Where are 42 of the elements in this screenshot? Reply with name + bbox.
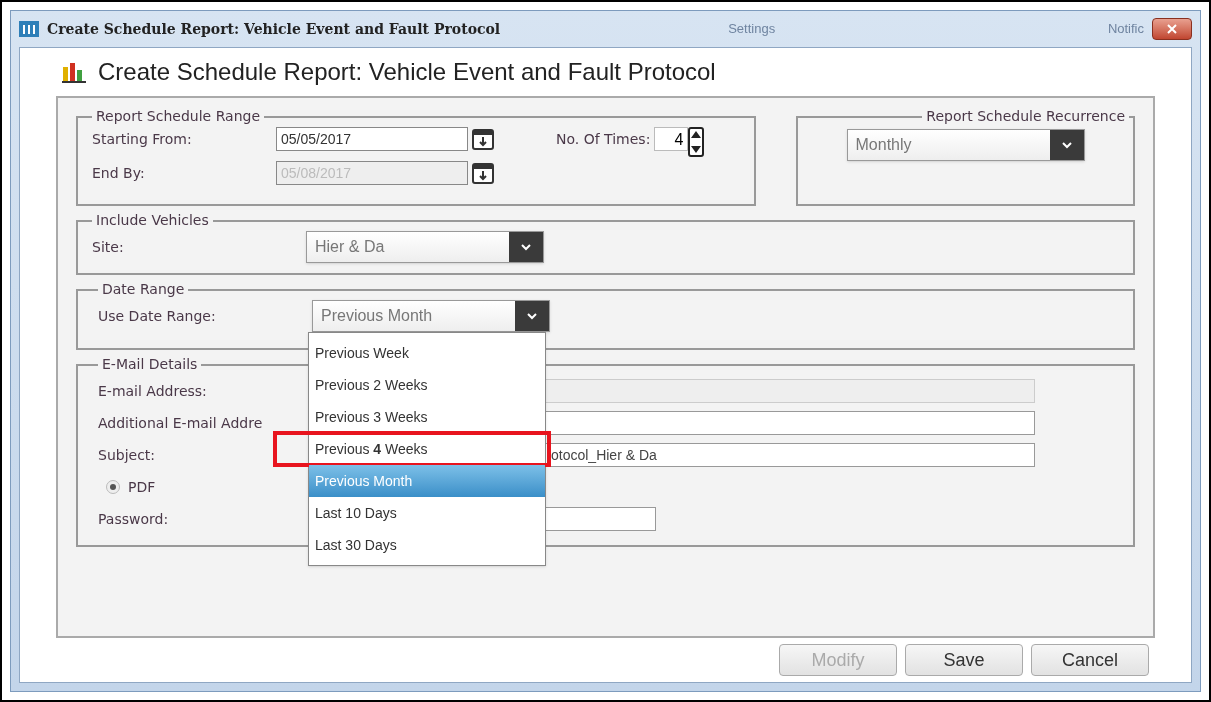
chevron-down-icon	[521, 243, 531, 251]
chevron-down-icon	[527, 312, 537, 320]
bar-chart-icon	[62, 61, 86, 83]
close-icon	[1167, 24, 1177, 34]
window-title: Create Schedule Report: Vehicle Event and Fault Protocol	[47, 19, 501, 39]
calendar-icon[interactable]	[472, 128, 494, 150]
dropdown-select[interactable]: Monthly	[846, 129, 1085, 161]
group-legend: E-Mail Details	[98, 354, 202, 375]
field-label: Use Date Range:	[98, 306, 217, 326]
field-label: Additional E-mail Addre	[98, 415, 263, 431]
field-label: Starting From:	[92, 129, 193, 149]
radio-button[interactable]	[106, 480, 120, 494]
group-legend: Report Schedule Range	[92, 106, 264, 127]
dropdown-option[interactable]: Previous Week	[309, 337, 545, 369]
group-legend: Date Range	[98, 279, 189, 300]
dropdown-option[interactable]: Last 30 Days	[309, 529, 545, 561]
chevron-down-icon	[1061, 141, 1072, 149]
dropdown-select[interactable]: Hier & Da	[306, 231, 544, 263]
dropdown-option[interactable]: Previous 2 Weeks	[309, 369, 545, 401]
dropdown-option[interactable]: Last 10 Days	[309, 497, 545, 529]
field-label: Password:	[98, 511, 169, 527]
background-tab-label: Notific	[1107, 20, 1144, 39]
calendar-icon[interactable]	[472, 162, 494, 184]
field-label: End By:	[92, 163, 146, 183]
group-legend: Include Vehicles	[92, 210, 213, 231]
field-label: Site:	[92, 237, 125, 257]
background-tab-label: Settings	[728, 20, 776, 39]
date-field[interactable]: 05/05/2017	[276, 127, 468, 151]
dialog-button[interactable]: Save	[905, 644, 1023, 676]
field-label: E-mail Address:	[98, 383, 207, 399]
field-label: No. Of Times:	[556, 130, 651, 149]
dropdown-select[interactable]: Previous Month	[312, 300, 550, 332]
group-legend: Report Schedule Recurrence	[922, 106, 1129, 127]
spinner-arrows-icon[interactable]	[688, 127, 705, 157]
dialog-heading: Create Schedule Report: Vehicle Event and Fault Protocol	[98, 57, 716, 87]
app-logo-icon	[19, 21, 39, 37]
field-label: Subject:	[98, 447, 156, 463]
number-field[interactable]: 4	[654, 127, 689, 151]
dropdown-option[interactable]: Previous 3 Weeks	[309, 401, 545, 433]
close-button[interactable]	[1152, 18, 1192, 40]
radio-label: PDF	[128, 477, 156, 497]
dialog-button[interactable]: Cancel	[1031, 644, 1149, 676]
